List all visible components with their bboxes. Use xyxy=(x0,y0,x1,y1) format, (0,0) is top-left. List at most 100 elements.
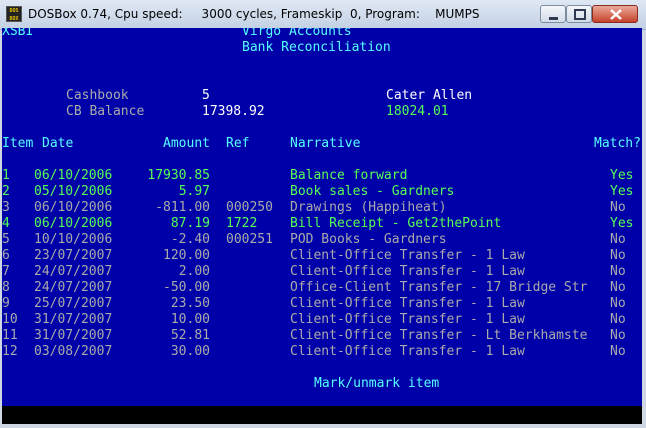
cashbook-name: Cater Allen xyxy=(386,88,473,103)
header-amount: Amount xyxy=(163,136,210,151)
row-date: 24/07/2007 xyxy=(34,280,113,295)
corner-code: XSBI xyxy=(2,28,34,39)
dosbox-app-icon: DOS BOX xyxy=(6,6,22,22)
row-amount: 17930.85 xyxy=(147,168,210,183)
row-narrative: Client-Office Transfer - 1 Law xyxy=(290,312,525,327)
header-item: Item xyxy=(2,136,34,151)
cashbook-value: 5 xyxy=(202,88,210,103)
row-match: No xyxy=(610,296,626,311)
window-titlebar: DOS BOX DOSBox 0.74, Cpu speed: 3000 cyc… xyxy=(0,0,646,30)
row-date: 03/08/2007 xyxy=(34,344,113,359)
row-item: 8 xyxy=(2,280,10,295)
row-item: 7 xyxy=(2,264,10,279)
screen-subtitle: Bank Reconciliation xyxy=(242,40,391,55)
row-date: 05/10/2006 xyxy=(34,184,113,199)
row-amount: 23.50 xyxy=(170,296,210,311)
row-item: 5 xyxy=(2,232,10,247)
window-title: DOSBox 0.74, Cpu speed: 3000 cycles, Fra… xyxy=(28,7,480,21)
row-date: 06/10/2006 xyxy=(34,216,113,231)
row-match: Yes xyxy=(610,168,634,183)
row-item: 9 xyxy=(2,296,10,311)
row-date: 31/07/2007 xyxy=(34,328,113,343)
table-row[interactable]: 1 06/10/2006 17930.85 Balance forward Yes xyxy=(2,168,642,184)
close-button[interactable] xyxy=(592,5,638,23)
row-narrative: Balance forward xyxy=(290,168,408,183)
row-match: Yes xyxy=(610,184,634,199)
row-item: 4 xyxy=(2,216,10,231)
row-amount: 52.81 xyxy=(170,328,210,343)
row-ref: 1722 xyxy=(226,216,258,231)
row-narrative: Book sales - Gardners xyxy=(290,184,455,199)
row-date: 25/07/2007 xyxy=(34,296,113,311)
table-row[interactable]: 2 05/10/2006 5.97 Book sales - Gardners Yes xyxy=(2,184,642,200)
row-item: 11 xyxy=(2,328,18,343)
row-amount: 30.00 xyxy=(170,344,210,359)
status-line xyxy=(2,406,642,424)
minimize-icon xyxy=(549,17,558,20)
row-date: 23/07/2007 xyxy=(34,248,113,263)
row-amount: 2.00 xyxy=(178,264,210,279)
table-row[interactable]: 5 10/10/2006 -2.40 000251 POD Books - Gardne… xyxy=(2,232,642,248)
row-ref: 000251 xyxy=(226,232,273,247)
prompt-text: Mark/unmark item xyxy=(314,376,440,391)
header-narrative: Narrative xyxy=(290,136,361,151)
row-amount: 87.19 xyxy=(170,216,210,231)
table-row[interactable]: 4 06/10/2006 87.19 1722 Bill Receipt - Get2t… xyxy=(2,216,642,232)
table-row[interactable]: 3 06/10/2006 -811.00 000250 Drawings (Happih… xyxy=(2,200,642,216)
header-match: Match? xyxy=(594,136,641,151)
balance-value: 17398.92 xyxy=(202,104,265,119)
row-narrative: Drawings (Happiheat) xyxy=(290,200,447,215)
bank-balance: 18024.01 xyxy=(386,104,449,119)
header-date: Date xyxy=(42,136,74,151)
header-ref: Ref xyxy=(226,136,250,151)
dos-screen: XSBI Virgo Accounts Bank Reconciliation … xyxy=(2,28,642,424)
table-row[interactable]: 11 31/07/2007 52.81 Client-Office Transfer … xyxy=(2,328,642,344)
balance-label: CB Balance xyxy=(66,104,145,119)
table-row[interactable]: 6 23/07/2007 120.00 Client-Office Transfer … xyxy=(2,248,642,264)
row-match: No xyxy=(610,200,626,215)
row-narrative: Client-Office Transfer - 1 Law xyxy=(290,344,525,359)
app-title: Virgo Accounts xyxy=(242,28,352,39)
minimize-button[interactable] xyxy=(540,5,566,23)
row-date: 10/10/2006 xyxy=(34,232,113,247)
row-narrative: Office-Client Transfer - 17 Bridge Str xyxy=(290,280,588,295)
row-match: No xyxy=(610,232,626,247)
maximize-icon xyxy=(574,9,586,20)
row-amount: 5.97 xyxy=(178,184,210,199)
row-match: No xyxy=(610,280,626,295)
row-narrative: Client-Office Transfer - 1 Law xyxy=(290,264,525,279)
table-row[interactable]: 10 31/07/2007 10.00 Client-Office Transfer … xyxy=(2,312,642,328)
row-amount: -50.00 xyxy=(163,280,210,295)
table-row[interactable]: 7 24/07/2007 2.00 Client-Office Transfer - … xyxy=(2,264,642,280)
row-amount: 120.00 xyxy=(163,248,210,263)
row-item: 10 xyxy=(2,312,18,327)
row-amount: 10.00 xyxy=(170,312,210,327)
row-item: 3 xyxy=(2,200,10,215)
row-date: 24/07/2007 xyxy=(34,264,113,279)
row-narrative: Client-Office Transfer - 1 Law xyxy=(290,248,525,263)
row-ref: 000250 xyxy=(226,200,273,215)
row-narrative: Client-Office Transfer - 1 Law xyxy=(290,296,525,311)
row-item: 1 xyxy=(2,168,10,183)
row-date: 06/10/2006 xyxy=(34,200,113,215)
table-row[interactable]: 9 25/07/2007 23.50 Client-Office Transfer -… xyxy=(2,296,642,312)
close-icon xyxy=(610,9,622,20)
row-amount: -811.00 xyxy=(155,200,210,215)
cashbook-label: Cashbook xyxy=(66,88,129,103)
row-item: 6 xyxy=(2,248,10,263)
table-row[interactable]: 12 03/08/2007 30.00 Client-Office Transfer … xyxy=(2,344,642,360)
row-narrative: POD Books - Gardners xyxy=(290,232,447,247)
table-row[interactable]: 8 24/07/2007 -50.00 Office-Client Transfer … xyxy=(2,280,642,296)
row-amount: -2.40 xyxy=(170,232,210,247)
row-match: No xyxy=(610,264,626,279)
row-date: 31/07/2007 xyxy=(34,312,113,327)
row-match: No xyxy=(610,344,626,359)
row-match: No xyxy=(610,312,626,327)
row-match: No xyxy=(610,328,626,343)
row-date: 06/10/2006 xyxy=(34,168,113,183)
row-narrative: Client-Office Transfer - Lt Berkhamste xyxy=(290,328,588,343)
row-match: No xyxy=(610,248,626,263)
row-match: Yes xyxy=(610,216,634,231)
maximize-button[interactable] xyxy=(566,5,592,23)
row-item: 2 xyxy=(2,184,10,199)
